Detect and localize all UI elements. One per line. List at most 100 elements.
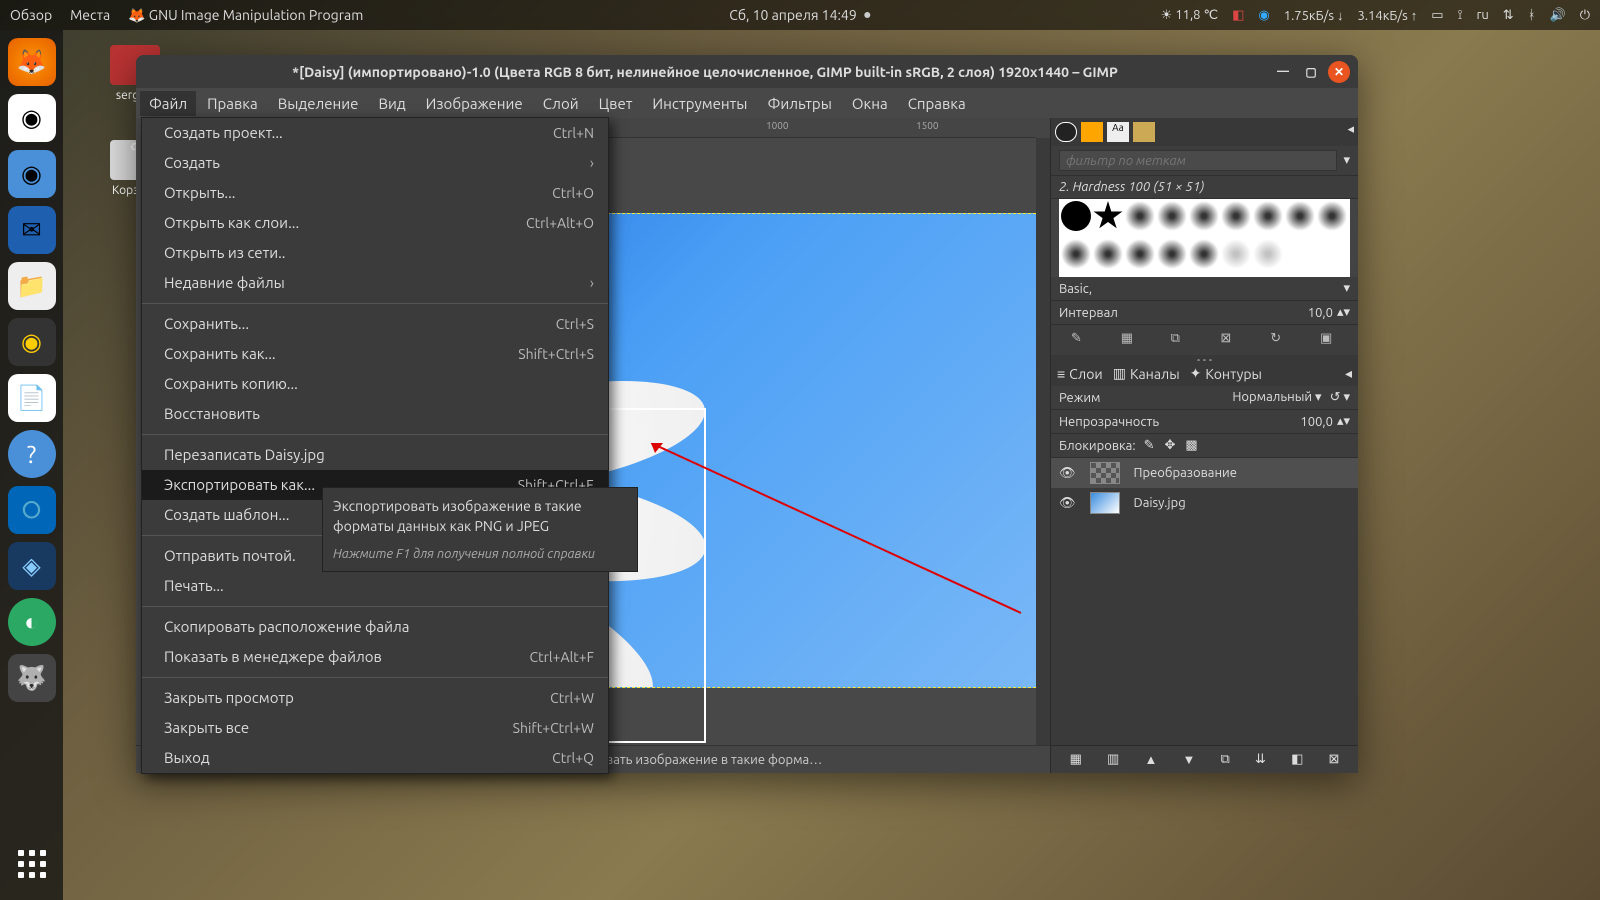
file-menu-item[interactable]: Закрыть просмотрCtrl+W	[142, 683, 608, 713]
merge-layer-icon[interactable]: ⇊	[1255, 752, 1266, 767]
opacity-value[interactable]: 100,0	[1300, 415, 1333, 429]
accessibility-icon[interactable]: ⟟	[1458, 8, 1463, 23]
minimize-button[interactable]: —	[1272, 61, 1294, 83]
menu-colors[interactable]: Цвет	[590, 91, 642, 116]
file-menu-item[interactable]: Открыть...Ctrl+O	[142, 178, 608, 208]
close-button[interactable]: ✕	[1328, 61, 1350, 83]
menu-edit[interactable]: Правка	[198, 91, 267, 116]
dock-thunderbird[interactable]: ✉	[8, 206, 56, 254]
menu-layer[interactable]: Слой	[534, 91, 588, 116]
duplicate-layer-icon[interactable]: ⧉	[1221, 752, 1230, 767]
menu-filters[interactable]: Фильтры	[758, 91, 840, 116]
spacing-value[interactable]: 10,0	[1308, 306, 1333, 320]
file-menu-item[interactable]: Сохранить...Ctrl+S	[142, 309, 608, 339]
dock-chrome[interactable]: ◉	[8, 94, 56, 142]
mode-select[interactable]: Нормальный ▾	[1232, 390, 1321, 405]
file-menu-item[interactable]: Скопировать расположение файла	[142, 612, 608, 642]
maximize-button[interactable]: ▢	[1300, 61, 1322, 83]
volume-icon[interactable]: 🔊	[1550, 8, 1566, 23]
edit-brush-icon[interactable]: ✎	[1071, 331, 1089, 349]
brush-grid[interactable]	[1059, 199, 1350, 277]
menu-image[interactable]: Изображение	[417, 91, 532, 116]
file-menu-item[interactable]: Открыть как слои...Ctrl+Alt+O	[142, 208, 608, 238]
menu-file[interactable]: Файл	[140, 91, 196, 116]
file-menu-item[interactable]: Восстановить	[142, 399, 608, 429]
tab-fonts[interactable]: Aa	[1107, 122, 1129, 142]
file-menu-item[interactable]: Недавние файлы	[142, 268, 608, 298]
places-menu[interactable]: Места	[70, 7, 110, 23]
file-menu-item[interactable]: Показать в менеджере файловCtrl+Alt+F	[142, 642, 608, 672]
dock-rhythmbox[interactable]: ◉	[8, 318, 56, 366]
delete-layer-icon[interactable]: ⊠	[1329, 752, 1340, 767]
menu-tools[interactable]: Инструменты	[643, 91, 756, 116]
open-brush-icon[interactable]: ▣	[1320, 331, 1338, 349]
new-group-icon[interactable]: ▥	[1107, 752, 1119, 767]
new-brush-icon[interactable]: ▦	[1121, 331, 1139, 349]
titlebar[interactable]: *[Daisy] (импортировано)-1.0 (Цвета RGB …	[136, 55, 1358, 88]
layer-item-transform[interactable]: 👁 Преобразование	[1051, 458, 1358, 488]
tab-layers[interactable]: ≡Слои	[1057, 365, 1103, 382]
lock-alpha-icon[interactable]: ▩	[1185, 438, 1197, 453]
brush-preset-select[interactable]: Basic,	[1059, 282, 1343, 296]
mask-layer-icon[interactable]: ◧	[1291, 752, 1303, 767]
duplicate-brush-icon[interactable]: ⧉	[1171, 331, 1189, 349]
menu-windows[interactable]: Окна	[843, 91, 897, 116]
dock-libreoffice[interactable]: 📄	[8, 374, 56, 422]
tray-icon-cube[interactable]: ◧	[1232, 8, 1244, 23]
menu-help[interactable]: Справка	[899, 91, 975, 116]
dock-menu-icon[interactable]: ◂	[1347, 122, 1354, 142]
file-menu-item[interactable]: Перезаписать Daisy.jpg	[142, 440, 608, 470]
tab-brushes[interactable]	[1055, 122, 1077, 142]
dock-gimp[interactable]: 🐺	[8, 654, 56, 702]
dock-app-green[interactable]: ◐	[8, 598, 56, 646]
network-icon[interactable]: ⇅	[1503, 8, 1514, 23]
file-menu-item[interactable]: Создать проект...Ctrl+N	[142, 118, 608, 148]
bluetooth-icon[interactable]: ᚼ	[1528, 8, 1536, 22]
tray-icon-qb[interactable]: ◉	[1258, 8, 1269, 23]
brush-filter-input[interactable]	[1059, 150, 1337, 171]
lock-pixels-icon[interactable]: ✎	[1144, 438, 1155, 453]
keyboard-layout[interactable]: ru	[1476, 8, 1488, 22]
tab-channels[interactable]: ▥Каналы	[1113, 365, 1180, 382]
dock-firefox[interactable]: 🦊	[8, 38, 56, 86]
file-menu-item[interactable]: Печать...	[142, 571, 608, 601]
dock-files[interactable]: 📁	[8, 262, 56, 310]
battery-icon[interactable]: ▭	[1431, 8, 1443, 23]
file-menu-item[interactable]: Сохранить копию...	[142, 369, 608, 399]
mode-reset-icon[interactable]: ↺ ▾	[1330, 390, 1350, 405]
menu-view[interactable]: Вид	[369, 91, 414, 116]
tab-patterns[interactable]	[1081, 122, 1103, 142]
tab-history[interactable]	[1133, 122, 1155, 142]
dock-virtualbox[interactable]: ◈	[8, 542, 56, 590]
lock-position-icon[interactable]: ✥	[1164, 438, 1175, 453]
dock-vscode[interactable]: ⭘	[8, 486, 56, 534]
layer-name[interactable]: Преобразование	[1134, 466, 1237, 480]
show-applications-button[interactable]	[8, 840, 56, 888]
visibility-eye-icon[interactable]: 👁	[1059, 496, 1076, 511]
brush-info-label: 2. Hardness 100 (51 × 51)	[1059, 180, 1204, 194]
layer-dock-menu-icon[interactable]: ◂	[1345, 365, 1352, 382]
layer-name[interactable]: Daisy.jpg	[1134, 496, 1186, 510]
layer-item-daisy[interactable]: 👁 Daisy.jpg	[1051, 488, 1358, 518]
new-layer-icon[interactable]: ▦	[1070, 752, 1082, 767]
dock-help[interactable]: ?	[8, 430, 56, 478]
file-menu-item[interactable]: Открыть из сети..	[142, 238, 608, 268]
menu-select[interactable]: Выделение	[269, 91, 368, 116]
file-menu-item[interactable]: Закрыть всеShift+Ctrl+W	[142, 713, 608, 743]
visibility-eye-icon[interactable]: 👁	[1059, 466, 1076, 481]
tab-paths[interactable]: ✦Контуры	[1190, 365, 1262, 382]
clock[interactable]: Сб, 10 апреля 14:49	[729, 7, 856, 23]
activities-button[interactable]: Обзор	[10, 7, 52, 23]
file-menu-item[interactable]: Сохранить как...Shift+Ctrl+S	[142, 339, 608, 369]
raise-layer-icon[interactable]: ▲	[1144, 752, 1157, 767]
dock-chromium[interactable]: ◉	[8, 150, 56, 198]
file-menu-item[interactable]: ВыходCtrl+Q	[142, 743, 608, 773]
weather-indicator[interactable]: ☀ 11,8 ℃	[1161, 8, 1218, 23]
power-icon[interactable]: ⏻	[1580, 8, 1590, 23]
lower-layer-icon[interactable]: ▼	[1183, 752, 1196, 767]
current-app-label[interactable]: 🦊 GNU Image Manipulation Program	[128, 7, 363, 24]
file-menu-item[interactable]: Создать	[142, 148, 608, 178]
scrollbar-vertical[interactable]	[1036, 138, 1050, 745]
refresh-brush-icon[interactable]: ↻	[1270, 331, 1288, 349]
delete-brush-icon[interactable]: ⊠	[1220, 331, 1238, 349]
